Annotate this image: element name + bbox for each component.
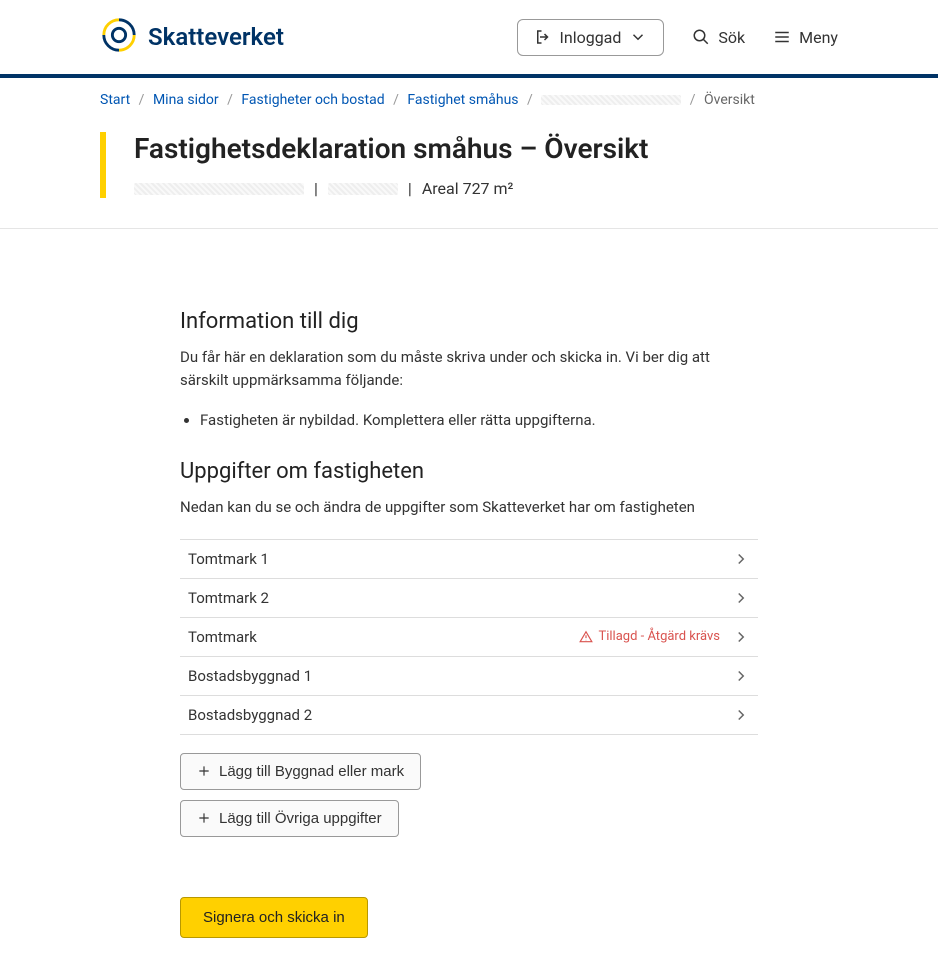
property-item-bostad-1[interactable]: Bostadsbyggnad 1 [180,657,758,696]
areal-label: Areal 727 m² [422,179,514,198]
property-title: Uppgifter om fastigheten [180,459,758,484]
sign-submit-button[interactable]: Signera och skicka in [180,897,368,938]
chevron-right-icon [732,589,750,607]
menu-icon [773,28,791,46]
info-bullet: Fastigheten är nybildad. Komplettera ell… [200,411,758,429]
property-id-redacted [134,183,304,195]
submit-row: Signera och skicka in [180,897,758,938]
info-section: Information till dig Du får här en dekla… [180,309,758,429]
warning-icon [579,630,593,644]
add-other-label: Lägg till Övriga uppgifter [219,810,382,827]
info-intro: Du får här en deklaration som du måste s… [180,346,758,391]
info-bullets: Fastigheten är nybildad. Komplettera ell… [200,411,758,429]
search-icon [692,28,710,46]
property-detail-redacted [328,183,398,195]
chevron-down-icon [629,28,647,46]
property-item-label: Bostadsbyggnad 1 [188,667,312,685]
header-actions: Inloggad Sök Meny [517,19,839,56]
breadcrumb: Start / Mina sidor / Fastigheter och bos… [0,78,938,122]
property-section: Uppgifter om fastigheten Nedan kan du se… [180,459,758,837]
chevron-right-icon [732,550,750,568]
loggedin-dropdown[interactable]: Inloggad [517,19,665,56]
main-content: Information till dig Du får här en dekla… [0,229,938,978]
property-item-label: Tomtmark [188,628,257,646]
property-intro: Nedan kan du se och ändra de uppgifter s… [180,496,758,519]
property-item-tomtmark-2[interactable]: Tomtmark 2 [180,579,758,618]
title-block: Fastighetsdeklaration småhus – Översikt … [0,122,938,229]
user-out-icon [534,28,552,46]
brand-logo[interactable]: Skatteverket [100,16,284,58]
property-item-label: Tomtmark 2 [188,589,269,607]
site-header: Skatteverket Inloggad Sök Meny [0,0,938,78]
add-buttons-row: Lägg till Byggnad eller mark Lägg till Ö… [180,753,758,837]
property-item-label: Bostadsbyggnad 2 [188,706,312,724]
info-title: Information till dig [180,309,758,334]
breadcrumb-current: Översikt [704,92,755,108]
search-label: Sök [718,28,745,47]
search-button[interactable]: Sök [692,28,745,47]
add-building-button[interactable]: Lägg till Byggnad eller mark [180,753,421,790]
menu-label: Meny [799,28,838,47]
property-item-tomtmark-1[interactable]: Tomtmark 1 [180,540,758,579]
brand-name: Skatteverket [148,23,284,51]
add-other-button[interactable]: Lägg till Övriga uppgifter [180,800,399,837]
loggedin-label: Inloggad [560,28,622,47]
warning-badge: Tillagd - Åtgärd krävs [579,629,720,644]
menu-button[interactable]: Meny [773,28,838,47]
property-item-bostad-2[interactable]: Bostadsbyggnad 2 [180,696,758,735]
page-title: Fastighetsdeklaration småhus – Översikt [134,132,838,165]
chevron-right-icon [732,706,750,724]
chevron-right-icon [732,667,750,685]
add-building-label: Lägg till Byggnad eller mark [219,763,404,780]
breadcrumb-link-start[interactable]: Start [100,92,130,108]
swirl-icon [100,16,138,58]
breadcrumb-link-minasidor[interactable]: Mina sidor [153,92,219,108]
plus-icon [197,811,211,825]
subtitle-row: | | Areal 727 m² [134,179,838,198]
breadcrumb-link-smahus[interactable]: Fastighet småhus [407,92,518,108]
warning-text: Tillagd - Åtgärd krävs [598,629,720,644]
breadcrumb-redacted [541,95,681,105]
property-item-label: Tomtmark 1 [188,550,269,568]
breadcrumb-link-fastigheter[interactable]: Fastigheter och bostad [241,92,384,108]
chevron-right-icon [732,628,750,646]
property-list: Tomtmark 1 Tomtmark 2 Tomtmark [180,539,758,735]
plus-icon [197,764,211,778]
property-item-tomtmark[interactable]: Tomtmark Tillagd - Åtgärd krävs [180,618,758,657]
